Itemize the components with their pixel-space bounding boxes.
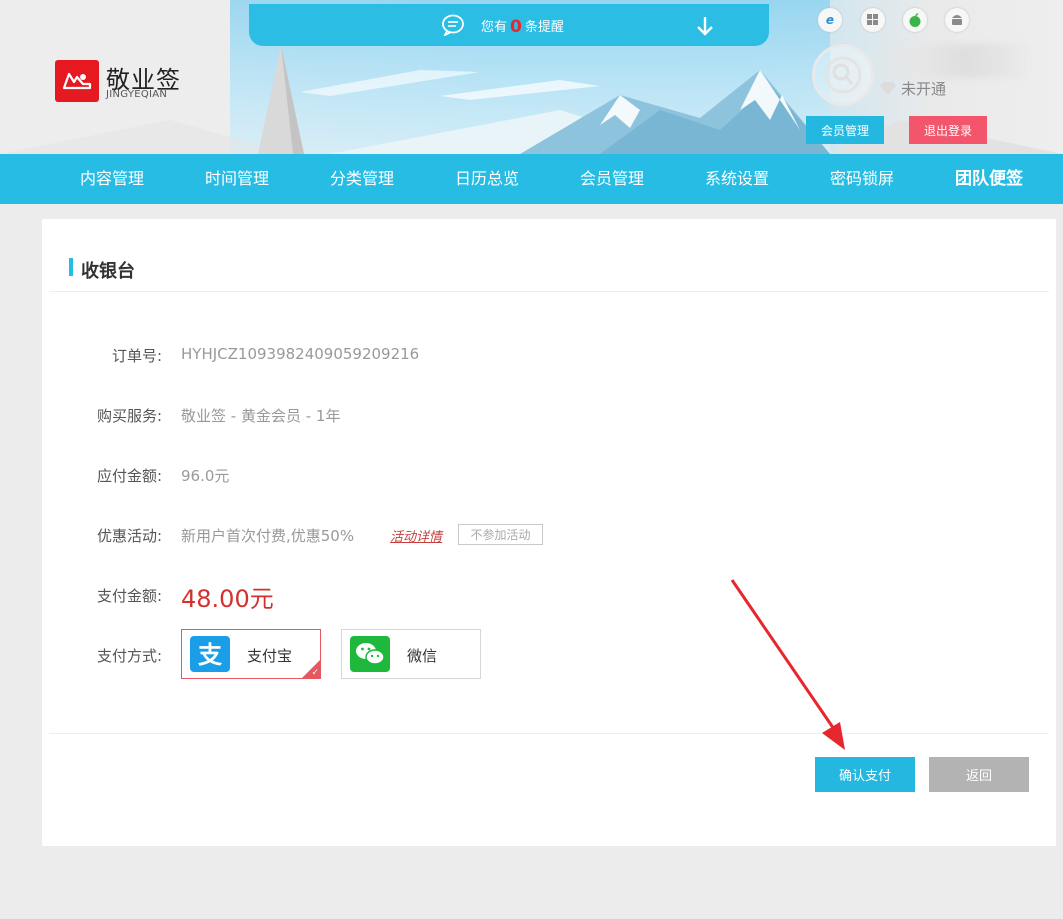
- windows-icon[interactable]: [861, 8, 885, 32]
- nav-item-team-notes[interactable]: 团队便签: [955, 154, 1023, 204]
- logo-icon[interactable]: [55, 60, 99, 102]
- avatar[interactable]: [812, 44, 874, 106]
- alipay-label: 支付宝: [247, 647, 293, 665]
- title-divider: [49, 291, 1049, 292]
- header: 您有 0 条提醒 敬业签 JINGYEQIAN e 未开通 会员管理 退出登录: [0, 0, 1063, 154]
- nav-item-time[interactable]: 时间管理: [205, 154, 269, 204]
- message-icon: [442, 14, 464, 36]
- diamond-icon: [880, 82, 896, 95]
- pay-option-alipay[interactable]: 支 支付宝 ✓: [181, 629, 321, 679]
- apple-icon[interactable]: [903, 8, 927, 32]
- due-amount-label: 应付金额:: [96, 467, 162, 485]
- actions-divider: [49, 733, 1049, 734]
- pay-method-label: 支付方式:: [96, 647, 162, 665]
- user-icon: [824, 56, 862, 94]
- pay-option-wechat[interactable]: 微信: [341, 629, 481, 679]
- check-icon: ✓: [311, 668, 319, 678]
- alipay-icon: 支: [190, 636, 230, 672]
- member-management-button[interactable]: 会员管理: [806, 116, 884, 144]
- pay-amount-label: 支付金额:: [96, 587, 162, 605]
- brand-pinyin: JINGYEQIAN: [106, 89, 168, 100]
- reminder-count: 0: [510, 17, 522, 37]
- svg-text:支: 支: [198, 641, 223, 669]
- nav-item-content[interactable]: 内容管理: [80, 154, 144, 204]
- main-nav: 内容管理 时间管理 分类管理 日历总览 会员管理 系统设置 密码锁屏 团队便签: [0, 154, 1063, 204]
- service-label: 购买服务:: [96, 407, 162, 425]
- nav-item-settings[interactable]: 系统设置: [705, 154, 769, 204]
- title-accent-bar: [69, 258, 73, 276]
- username-blurred: [878, 44, 1028, 78]
- promotion-value: 新用户首次付费,优惠50%: [181, 527, 355, 545]
- reminder-text: 您有 0 条提醒: [481, 17, 564, 37]
- reminder-bar[interactable]: 您有 0 条提醒: [249, 4, 769, 46]
- nav-item-calendar[interactable]: 日历总览: [455, 154, 519, 204]
- order-number-label: 订单号:: [111, 347, 162, 365]
- ie-icon[interactable]: e: [818, 8, 842, 32]
- order-number-value: HYHJCZ1093982409059209216: [181, 345, 420, 363]
- wechat-icon: [350, 636, 390, 672]
- wechat-label: 微信: [407, 647, 438, 665]
- promotion-label: 优惠活动:: [96, 527, 162, 545]
- nav-item-lock-screen[interactable]: 密码锁屏: [830, 154, 894, 204]
- nav-item-category[interactable]: 分类管理: [330, 154, 394, 204]
- vip-status: 未开通: [880, 78, 946, 99]
- arrow-down-icon[interactable]: [695, 15, 715, 37]
- nav-item-membership[interactable]: 会员管理: [580, 154, 644, 204]
- opt-out-promotion-button[interactable]: 不参加活动: [458, 524, 543, 545]
- logout-button[interactable]: 退出登录: [909, 116, 987, 144]
- promotion-details-link[interactable]: 活动详情: [390, 526, 442, 545]
- back-button[interactable]: 返回: [929, 757, 1029, 792]
- android-icon[interactable]: [945, 8, 969, 32]
- due-amount-value: 96.0元: [181, 467, 230, 485]
- pay-amount-value: 48.00元: [181, 585, 274, 613]
- service-value: 敬业签 - 黄金会员 - 1年: [181, 407, 341, 425]
- page-title: 收银台: [81, 261, 135, 282]
- confirm-payment-button[interactable]: 确认支付: [815, 757, 915, 792]
- checkout-card: 收银台 订单号: HYHJCZ1093982409059209216 购买服务:…: [42, 219, 1056, 846]
